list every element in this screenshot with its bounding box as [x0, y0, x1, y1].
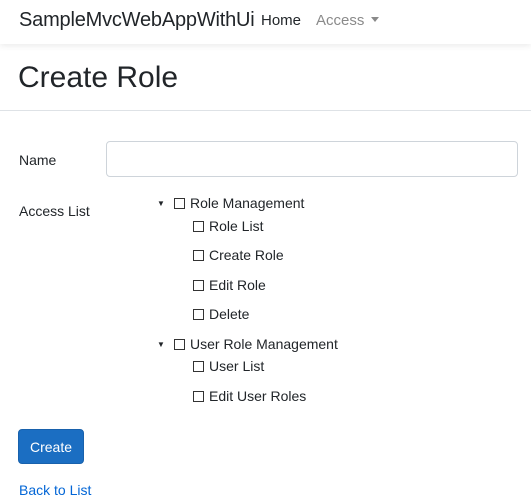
checkbox-unchecked-icon[interactable] — [193, 280, 204, 291]
tree-node-create-role[interactable]: Create Role — [193, 247, 284, 263]
access-list-label: Access List — [19, 203, 90, 219]
back-to-list-link[interactable]: Back to List — [19, 482, 91, 498]
checkbox-unchecked-icon[interactable] — [193, 250, 204, 261]
page-title: Create Role — [18, 61, 179, 94]
tree-node-label: Role Management — [190, 195, 305, 211]
create-button[interactable]: Create — [18, 429, 84, 464]
tree-node-user-list[interactable]: User List — [193, 358, 264, 374]
tree-node-label: Edit Role — [209, 277, 266, 293]
navbar: SampleMvcWebAppWithUi Home Access — [0, 0, 531, 44]
checkbox-unchecked-icon[interactable] — [174, 198, 185, 209]
tree-node-label: Role List — [209, 218, 264, 234]
tree-node-user-role-management[interactable]: User Role Management — [174, 336, 338, 352]
nav-dropdown-access-label: Access — [316, 12, 365, 29]
caret-down-icon — [371, 17, 380, 22]
tree-node-label: Delete — [209, 306, 250, 322]
tree-toggle-icon[interactable]: ▼ — [157, 199, 165, 209]
brand-link[interactable]: SampleMvcWebAppWithUi — [19, 9, 255, 32]
nav-dropdown-access[interactable]: Access — [316, 12, 380, 29]
tree-node-delete[interactable]: Delete — [193, 306, 249, 322]
divider — [0, 110, 531, 111]
checkbox-unchecked-icon[interactable] — [193, 361, 204, 372]
tree-node-role-management[interactable]: Role Management — [174, 195, 304, 211]
tree-node-label: Create Role — [209, 247, 284, 263]
checkbox-unchecked-icon[interactable] — [193, 221, 204, 232]
checkbox-unchecked-icon[interactable] — [193, 309, 204, 320]
name-label: Name — [19, 152, 57, 168]
tree-node-edit-role[interactable]: Edit Role — [193, 277, 266, 293]
tree-node-label: User List — [209, 358, 265, 374]
checkbox-unchecked-icon[interactable] — [174, 339, 185, 350]
tree-node-edit-user-roles[interactable]: Edit User Roles — [193, 388, 306, 404]
checkbox-unchecked-icon[interactable] — [193, 391, 204, 402]
nav-link-home[interactable]: Home — [261, 12, 301, 29]
tree-node-role-list[interactable]: Role List — [193, 218, 263, 234]
tree-node-label: User Role Management — [190, 336, 338, 352]
name-input[interactable] — [106, 141, 518, 177]
tree-node-label: Edit User Roles — [209, 388, 307, 404]
tree-toggle-icon[interactable]: ▼ — [157, 340, 165, 350]
